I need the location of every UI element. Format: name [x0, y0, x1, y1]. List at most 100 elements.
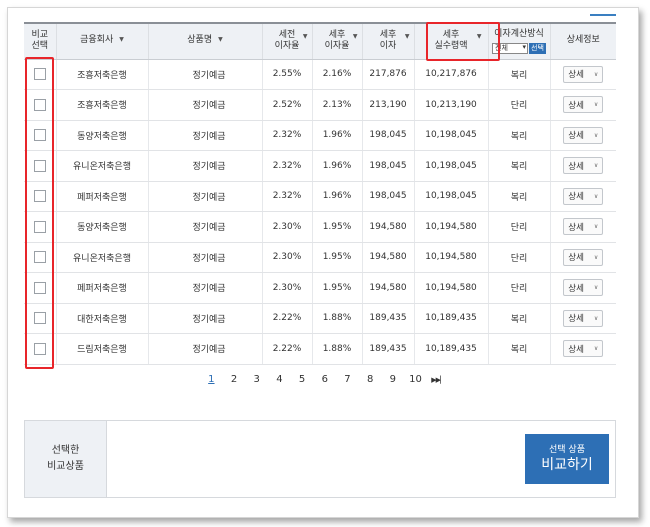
detail-button[interactable]: 상세 ∨ [563, 187, 604, 205]
aftertax-rate: 1.95% [312, 211, 363, 243]
detail-cell: 상세 ∨ [550, 59, 616, 90]
calc-method: 복리 [488, 333, 551, 365]
detail-button[interactable]: 상세 ∨ [563, 218, 604, 236]
calc-method: 단리 [488, 89, 551, 121]
table-row: 페퍼저축은행 정기예금 2.30% 1.95% 194,580 10,194,580 단리 상… [24, 272, 616, 304]
aftertax-received: 10,194,580 [414, 242, 489, 273]
pretax-rate: 2.55% [262, 59, 313, 90]
detail-button[interactable]: 상세 ∨ [563, 248, 604, 266]
chevron-down-icon: ∨ [593, 101, 599, 109]
header-pretax-rate[interactable]: 세전 이자율 ▼ [262, 22, 313, 60]
pretax-rate: 2.32% [262, 181, 313, 212]
detail-cell: 상세 ∨ [550, 150, 616, 182]
product-name[interactable]: 정기예금 [148, 181, 263, 212]
product-name[interactable]: 정기예금 [148, 333, 263, 365]
bank-name: 대한저축은행 [56, 303, 149, 334]
chevron-down-icon: ∨ [593, 223, 599, 231]
chevron-down-icon: ∨ [593, 131, 599, 139]
bank-name: 페퍼저축은행 [56, 181, 149, 212]
product-name[interactable]: 정기예금 [148, 272, 263, 304]
aftertax-rate: 1.96% [312, 150, 363, 182]
header-aftertax-interest[interactable]: 세후 이자 ▼ [362, 22, 415, 60]
page-link-4[interactable]: 4 [268, 374, 291, 385]
aftertax-rate: 2.16% [312, 59, 363, 90]
product-name[interactable]: 정기예금 [148, 59, 263, 90]
bank-name: 조흥저축은행 [56, 89, 149, 121]
product-name[interactable]: 정기예금 [148, 120, 263, 151]
aftertax-rate: 1.96% [312, 181, 363, 212]
next-page-icon[interactable]: ▶▶▏ [427, 376, 449, 384]
page-link-3[interactable]: 3 [245, 374, 268, 385]
detail-cell: 상세 ∨ [550, 303, 616, 334]
detail-button[interactable]: 상세 ∨ [563, 157, 604, 175]
page-link-9[interactable]: 9 [382, 374, 405, 385]
page-link-5[interactable]: 5 [291, 374, 314, 385]
product-name[interactable]: 정기예금 [148, 211, 263, 243]
detail-cell: 상세 ∨ [550, 333, 616, 365]
product-name[interactable]: 정기예금 [148, 242, 263, 273]
detail-button[interactable]: 상세 ∨ [563, 279, 604, 297]
bank-name: 유니온저축은행 [56, 150, 149, 182]
detail-cell: 상세 ∨ [550, 181, 616, 212]
detail-button[interactable]: 상세 ∨ [563, 65, 604, 83]
calc-method: 단리 [488, 272, 551, 304]
sort-down-icon[interactable]: ▼ [353, 33, 358, 41]
header-detail: 상세정보 [550, 22, 616, 60]
page-link-8[interactable]: 8 [359, 374, 382, 385]
pagination: 1 2 3 4 5 6 7 8 9 10 ▶▶▏ [200, 374, 449, 385]
page-link-2[interactable]: 2 [223, 374, 246, 385]
product-name[interactable]: 정기예금 [148, 150, 263, 182]
chevron-down-icon: ∨ [593, 192, 599, 200]
detail-cell: 상세 ∨ [550, 242, 616, 273]
detail-cell: 상세 ∨ [550, 211, 616, 243]
top-accent-bar [590, 14, 616, 16]
detail-cell: 상세 ∨ [550, 120, 616, 151]
page-link-1[interactable]: 1 [200, 374, 223, 385]
header-bank[interactable]: 금융회사 ▼ [56, 22, 149, 60]
chevron-down-icon: ∨ [593, 314, 599, 322]
page-link-10[interactable]: 10 [404, 374, 427, 385]
sort-down-icon[interactable]: ▼ [218, 36, 223, 44]
aftertax-interest: 198,045 [362, 181, 415, 212]
header-product[interactable]: 상품명 ▼ [148, 22, 263, 60]
table-row: 페퍼저축은행 정기예금 2.32% 1.96% 198,045 10,198,045 복리 상… [24, 181, 616, 212]
aftertax-received: 10,198,045 [414, 150, 489, 182]
table-row: 유니온저축은행 정기예금 2.32% 1.96% 198,045 10,198,045 복리… [24, 150, 616, 182]
page-link-6[interactable]: 6 [313, 374, 336, 385]
aftertax-interest: 213,190 [362, 89, 415, 121]
sort-down-icon[interactable]: ▼ [119, 36, 124, 44]
sort-down-icon[interactable]: ▼ [405, 33, 410, 41]
product-name[interactable]: 정기예금 [148, 89, 263, 121]
chevron-down-icon: ∨ [593, 162, 599, 170]
header-aftertax-rate[interactable]: 세후 이자율 ▼ [312, 22, 363, 60]
detail-button[interactable]: 상세 ∨ [563, 309, 604, 327]
pretax-rate: 2.32% [262, 150, 313, 182]
detail-button[interactable]: 상세 ∨ [563, 340, 604, 358]
bank-name: 드림저축은행 [56, 333, 149, 365]
pretax-rate: 2.30% [262, 272, 313, 304]
detail-button[interactable]: 상세 ∨ [563, 96, 604, 114]
table-row: 동양저축은행 정기예금 2.32% 1.96% 198,045 10,198,045 복리 상… [24, 120, 616, 151]
calc-method: 복리 [488, 181, 551, 212]
calc-method: 복리 [488, 150, 551, 182]
selected-products-area: 선택 상품 비교하기 [107, 421, 615, 497]
compare-button[interactable]: 선택 상품 비교하기 [525, 434, 609, 484]
bank-name: 유니온저축은행 [56, 242, 149, 273]
bank-name: 동양저축은행 [56, 211, 149, 243]
page-link-7[interactable]: 7 [336, 374, 359, 385]
table-row: 대한저축은행 정기예금 2.22% 1.88% 189,435 10,189,435 복리 상… [24, 303, 616, 334]
compare-label: 선택한 비교상품 [25, 421, 107, 497]
aftertax-rate: 1.95% [312, 242, 363, 273]
pretax-rate: 2.32% [262, 120, 313, 151]
aftertax-interest: 194,580 [362, 272, 415, 304]
detail-button[interactable]: 상세 ∨ [563, 126, 604, 144]
chevron-down-icon: ∨ [593, 70, 599, 78]
aftertax-interest: 189,435 [362, 303, 415, 334]
aftertax-rate: 2.13% [312, 89, 363, 121]
calc-method: 복리 [488, 303, 551, 334]
calc-method: 복리 [488, 59, 551, 90]
product-name[interactable]: 정기예금 [148, 303, 263, 334]
calc-method-select-button[interactable]: 선택 [529, 42, 546, 54]
sort-down-icon[interactable]: ▼ [303, 33, 308, 41]
aftertax-received: 10,189,435 [414, 303, 489, 334]
